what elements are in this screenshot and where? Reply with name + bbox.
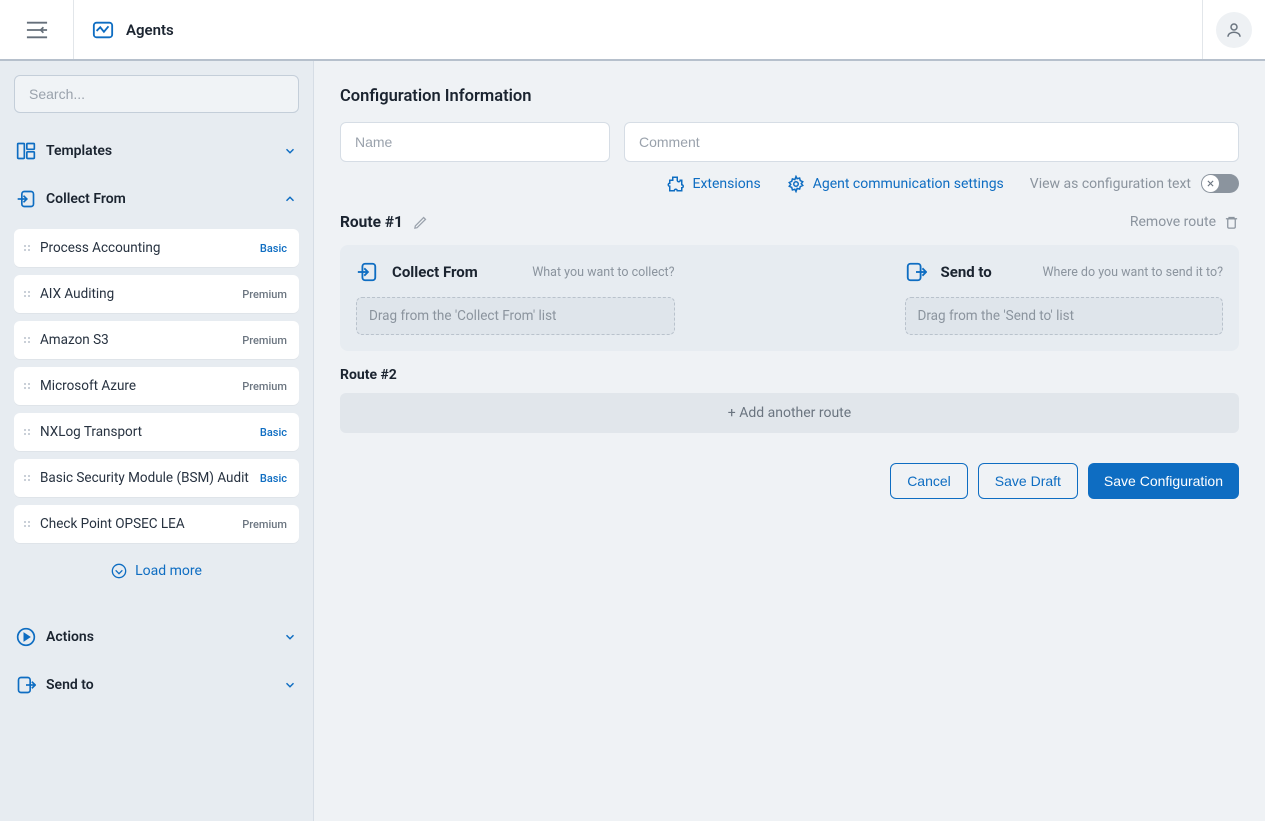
config-name-input[interactable]	[340, 122, 610, 162]
add-route-button[interactable]: + Add another route	[340, 393, 1239, 433]
drag-handle-icon	[22, 475, 32, 481]
view-config-label: View as configuration text	[1030, 176, 1191, 192]
send-to-icon	[905, 261, 927, 283]
route-1-panel: Collect From What you want to collect? D…	[340, 245, 1239, 351]
chevron-down-icon	[283, 678, 297, 692]
list-item-label: Microsoft Azure	[40, 378, 234, 394]
view-as-config-text: View as configuration text	[1030, 174, 1239, 193]
send-to-icon	[16, 675, 36, 695]
config-comment-input[interactable]	[624, 122, 1239, 162]
list-item[interactable]: Process Accounting Basic	[14, 229, 299, 267]
tier-badge: Basic	[260, 242, 287, 255]
route-2-label: Route #2	[340, 367, 1239, 383]
save-draft-button[interactable]: Save Draft	[978, 463, 1078, 499]
send-to-hint: Where do you want to send it to?	[1042, 265, 1223, 280]
trash-icon	[1224, 215, 1239, 230]
sidebar-section-actions[interactable]: Actions	[14, 617, 299, 657]
load-more-button[interactable]: Load more	[14, 551, 299, 595]
send-to-column: Send to Where do you want to send it to?…	[905, 261, 1224, 335]
agent-comm-label: Agent communication settings	[813, 176, 1004, 192]
header-title-wrap: Agents	[73, 0, 174, 59]
list-item-label: Basic Security Module (BSM) Audit	[40, 470, 252, 486]
remove-route-label: Remove route	[1130, 214, 1216, 230]
list-item[interactable]: Microsoft Azure Premium	[14, 367, 299, 405]
drag-handle-icon	[22, 291, 32, 297]
drag-handle-icon	[22, 383, 32, 389]
chevron-up-icon	[283, 192, 297, 206]
send-to-label: Send to	[46, 677, 273, 693]
tier-badge: Basic	[260, 426, 287, 439]
actions-label: Actions	[46, 629, 273, 645]
list-item-label: NXLog Transport	[40, 424, 252, 440]
menu-toggle[interactable]	[0, 0, 73, 59]
edit-route-button[interactable]	[413, 215, 428, 230]
collect-from-list: Process Accounting Basic AIX Auditing Premi…	[14, 229, 299, 543]
load-more-icon	[111, 563, 127, 579]
send-to-title: Send to	[941, 263, 992, 281]
sidebar-section-collect-from[interactable]: Collect From	[14, 179, 299, 219]
collect-from-icon	[356, 261, 378, 283]
load-more-label: Load more	[135, 563, 202, 579]
remove-route-button[interactable]: Remove route	[1130, 214, 1239, 230]
drag-handle-icon	[22, 337, 32, 343]
extensions-icon	[666, 175, 684, 193]
drag-handle-icon	[22, 429, 32, 435]
list-item[interactable]: Check Point OPSEC LEA Premium	[14, 505, 299, 543]
sidebar-section-send-to[interactable]: Send to	[14, 665, 299, 705]
pencil-icon	[413, 215, 428, 230]
list-item[interactable]: Amazon S3 Premium	[14, 321, 299, 359]
tier-badge: Premium	[242, 380, 287, 393]
list-item-label: Check Point OPSEC LEA	[40, 516, 234, 532]
collect-from-icon	[16, 189, 36, 209]
list-item[interactable]: NXLog Transport Basic	[14, 413, 299, 451]
extensions-label: Extensions	[692, 176, 760, 192]
tier-badge: Basic	[260, 472, 287, 485]
close-icon	[1206, 179, 1215, 188]
avatar	[1216, 12, 1252, 48]
drag-handle-icon	[22, 521, 32, 527]
agents-icon	[92, 19, 114, 41]
user-icon	[1225, 21, 1243, 39]
main-content: Configuration Information Extensions	[314, 61, 1265, 821]
search-input[interactable]	[14, 75, 299, 113]
collect-from-dropzone[interactable]: Drag from the 'Collect From' list	[356, 297, 675, 335]
toggle-knob	[1202, 175, 1219, 192]
templates-label: Templates	[46, 143, 273, 159]
collect-from-label: Collect From	[46, 191, 273, 207]
tier-badge: Premium	[242, 518, 287, 531]
agent-comm-settings-link[interactable]: Agent communication settings	[787, 175, 1004, 193]
user-menu[interactable]	[1202, 0, 1265, 59]
collect-from-column: Collect From What you want to collect? D…	[356, 261, 675, 335]
list-item[interactable]: AIX Auditing Premium	[14, 275, 299, 313]
templates-icon	[16, 141, 36, 161]
extensions-link[interactable]: Extensions	[666, 175, 760, 193]
route-1-title: Route #1	[340, 213, 403, 231]
cancel-button[interactable]: Cancel	[890, 463, 968, 499]
chevron-down-icon	[283, 630, 297, 644]
list-item-label: Amazon S3	[40, 332, 234, 348]
route-1-header: Route #1 Remove route	[340, 213, 1239, 231]
tier-badge: Premium	[242, 288, 287, 301]
save-configuration-button[interactable]: Save Configuration	[1088, 463, 1239, 499]
gear-icon	[787, 175, 805, 193]
view-config-toggle[interactable]	[1201, 174, 1239, 193]
collect-from-hint: What you want to collect?	[532, 265, 674, 280]
list-item[interactable]: Basic Security Module (BSM) Audit Basic	[14, 459, 299, 497]
actions-icon	[16, 627, 36, 647]
page-title: Agents	[126, 21, 174, 39]
sidebar: Templates Collect From Process Accountin…	[0, 61, 314, 821]
drag-handle-icon	[22, 245, 32, 251]
tier-badge: Premium	[242, 334, 287, 347]
hamburger-icon	[26, 21, 48, 39]
send-to-dropzone[interactable]: Drag from the 'Send to' list	[905, 297, 1224, 335]
list-item-label: AIX Auditing	[40, 286, 234, 302]
top-bar: Agents	[0, 0, 1265, 61]
chevron-down-icon	[283, 144, 297, 158]
list-item-label: Process Accounting	[40, 240, 252, 256]
collect-from-title: Collect From	[392, 263, 478, 281]
config-info-heading: Configuration Information	[340, 87, 1239, 106]
sidebar-section-templates[interactable]: Templates	[14, 131, 299, 171]
